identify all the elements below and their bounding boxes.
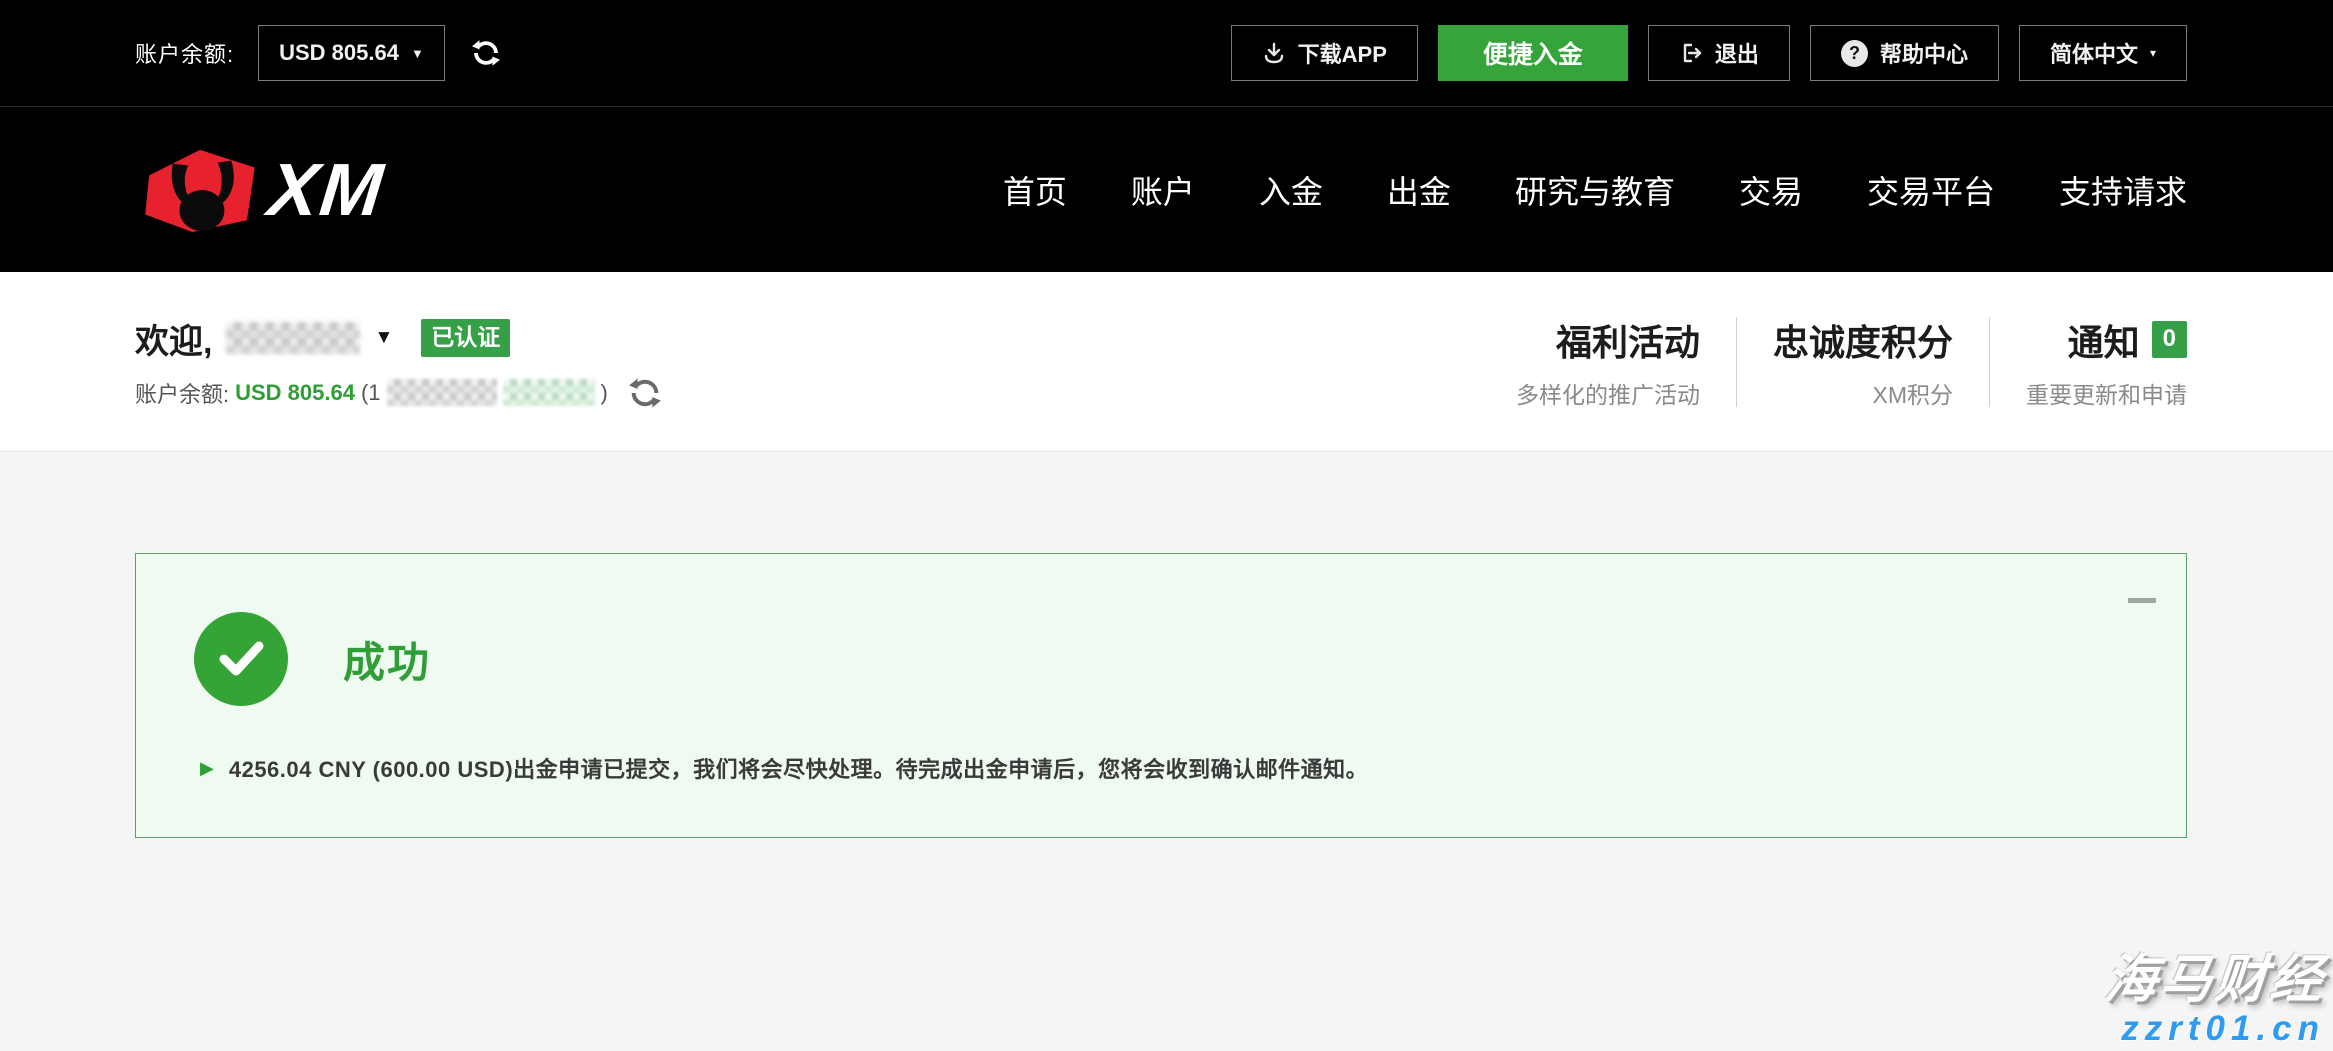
account-number-redacted [387, 379, 497, 406]
account-balance-label: 账户余额: [135, 37, 234, 69]
welcome-strip: 欢迎, ▼ 已认证 账户余额: USD 805.64 (1 ) [0, 272, 2333, 452]
stat-subtitle: 多样化的推广活动 [1516, 376, 1700, 410]
logout-button[interactable]: 退出 [1648, 25, 1790, 81]
help-center-button[interactable]: ? 帮助中心 [1810, 25, 1999, 81]
stat-title: 忠诚度积分 [1773, 314, 1953, 366]
nav-item-support[interactable]: 支持请求 [2059, 167, 2187, 213]
stat-subtitle: XM积分 [1773, 376, 1953, 410]
watermark: 海马财经 zzrt01.cn [2105, 952, 2325, 1049]
notification-count-badge: 0 [2152, 321, 2187, 358]
username-redacted [226, 322, 360, 354]
caret-down-icon: ▾ [2150, 47, 2156, 59]
nav-item-deposit[interactable]: 入金 [1259, 167, 1323, 213]
nav-item-platforms[interactable]: 交易平台 [1867, 167, 1995, 213]
download-app-button[interactable]: 下载APP [1231, 25, 1418, 81]
success-check-icon [194, 612, 288, 706]
xm-bull-icon [135, 146, 263, 234]
balance-label: 账户余额: [135, 377, 229, 409]
main-navigation: XM 首页 账户 入金 出金 研究与教育 交易 交易平台 支持请求 [0, 107, 2333, 272]
main-content: 成功 ▶ 4256.04 CNY (600.00 USD)出金申请已提交，我们将… [0, 452, 2333, 838]
caret-down-icon: ▼ [411, 47, 424, 60]
xm-logo[interactable]: XM [135, 146, 384, 234]
download-icon [1262, 41, 1286, 65]
account-number-close: ) [601, 380, 608, 406]
nav-item-research-education[interactable]: 研究与教育 [1515, 167, 1675, 213]
balance-value: USD 805.64 [279, 40, 399, 66]
nav-item-withdrawal[interactable]: 出金 [1387, 167, 1451, 213]
stat-subtitle: 重要更新和申请 [2026, 376, 2187, 410]
quick-deposit-button[interactable]: 便捷入金 [1438, 25, 1628, 81]
account-type-redacted [503, 379, 595, 406]
balance-value: USD 805.64 [235, 380, 355, 406]
stat-loyalty-points[interactable]: 忠诚度积分 XM积分 [1737, 314, 1989, 410]
watermark-url: zzrt01.cn [2105, 1009, 2325, 1049]
stat-promotions[interactable]: 福利活动 多样化的推广活动 [1480, 314, 1736, 410]
xm-logo-text: XM [265, 153, 388, 227]
top-utility-bar: 账户余额: USD 805.64 ▼ 下载A [0, 0, 2333, 107]
account-menu-caret-icon[interactable]: ▼ [374, 327, 393, 349]
language-selector[interactable]: 简体中文 ▾ [2019, 25, 2187, 81]
stat-title: 通知 [2068, 314, 2140, 366]
balance-selector[interactable]: USD 805.64 ▼ [258, 25, 445, 81]
refresh-icon[interactable] [471, 38, 501, 68]
balance-refresh-icon[interactable] [628, 376, 662, 410]
welcome-greeting: 欢迎, [135, 314, 212, 363]
collapse-button[interactable] [2128, 598, 2156, 603]
watermark-title: 海马财经 [2102, 952, 2327, 1009]
verified-badge: 已认证 [421, 319, 510, 357]
nav-item-trading[interactable]: 交易 [1739, 167, 1803, 213]
withdrawal-message: 4256.04 CNY (600.00 USD)出金申请已提交，我们将会尽快处理… [229, 752, 1368, 784]
stat-title: 福利活动 [1516, 314, 1700, 366]
nav-item-account[interactable]: 账户 [1131, 167, 1195, 213]
logout-icon [1679, 41, 1703, 65]
nav-item-home[interactable]: 首页 [1003, 167, 1067, 213]
success-title: 成功 [343, 629, 431, 690]
account-number-open: (1 [361, 380, 381, 406]
question-mark-icon: ? [1841, 40, 1868, 67]
stat-notifications[interactable]: 通知 0 重要更新和申请 [1990, 314, 2187, 410]
bullet-triangle-icon: ▶ [200, 759, 214, 777]
nav-links: 首页 账户 入金 出金 研究与教育 交易 交易平台 支持请求 [1003, 167, 2187, 213]
success-alert: 成功 ▶ 4256.04 CNY (600.00 USD)出金申请已提交，我们将… [135, 553, 2187, 838]
